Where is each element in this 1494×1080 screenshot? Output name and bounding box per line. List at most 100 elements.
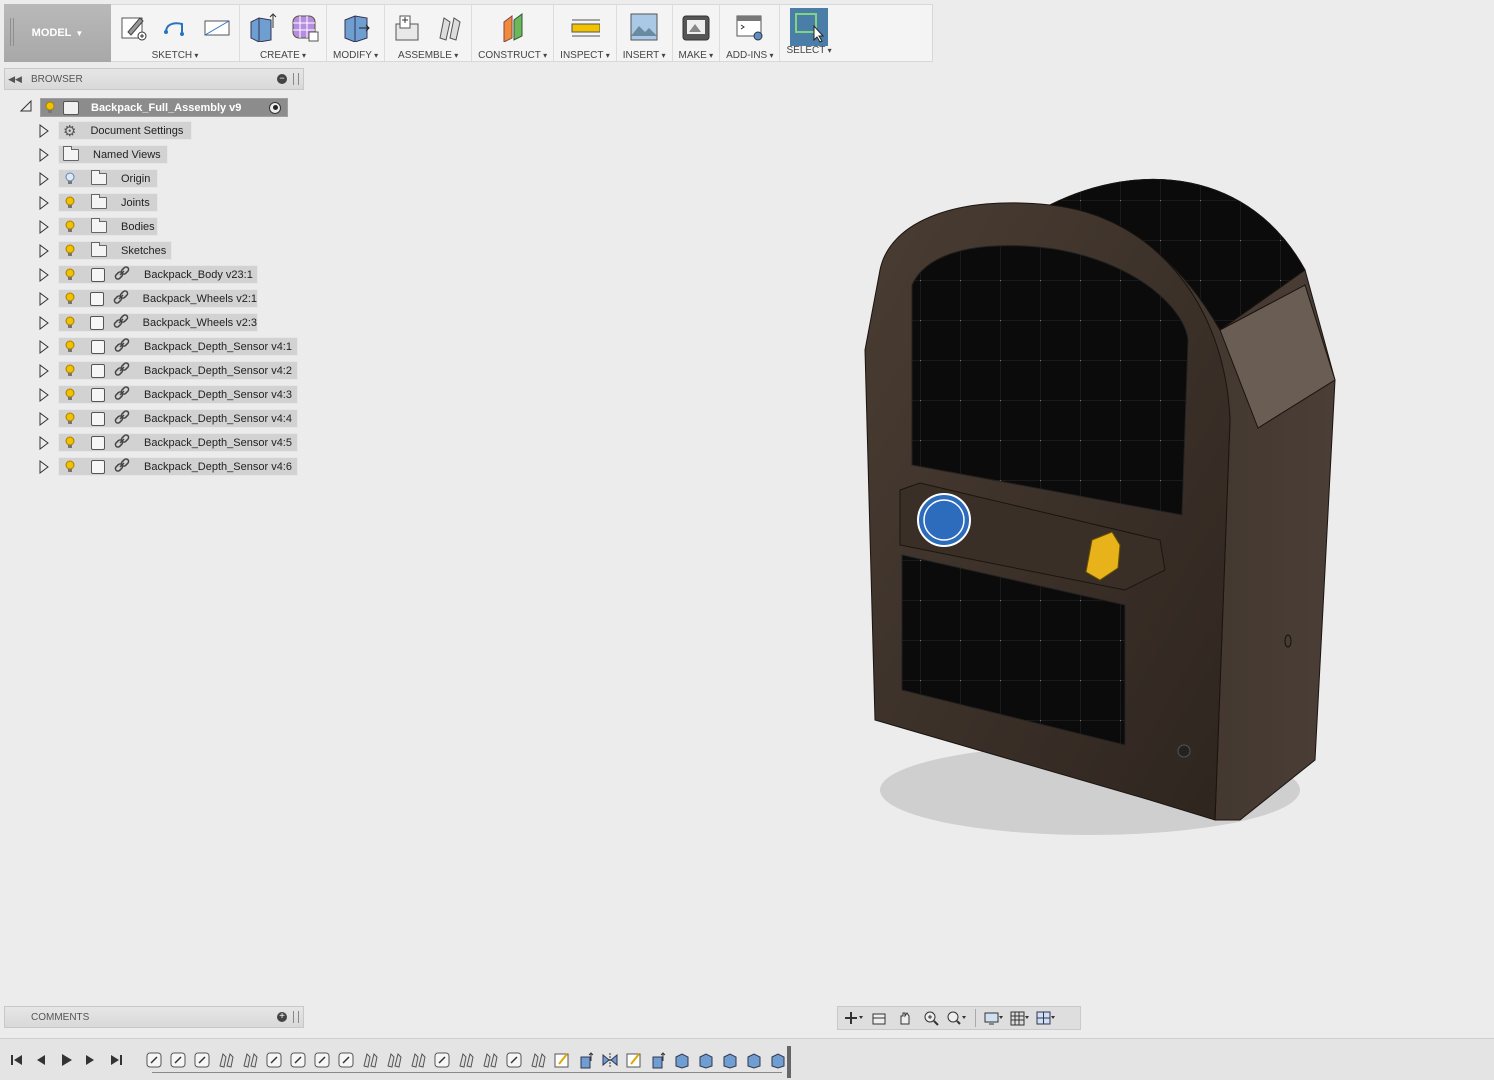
step-forward-icon[interactable]: [81, 1051, 99, 1069]
activate-radio-icon[interactable]: [269, 101, 281, 114]
lightbulb-icon[interactable]: [63, 339, 77, 355]
3d-print-icon[interactable]: [680, 11, 712, 43]
collapse-triangle-icon[interactable]: [20, 100, 32, 112]
timeline-feature-asm-icon[interactable]: [385, 1051, 403, 1069]
orbit-icon[interactable]: [842, 1009, 864, 1027]
browser-item[interactable]: Backpack_Wheels v2:1: [0, 289, 300, 308]
browser-item[interactable]: ⚙ Document Settings: [0, 121, 300, 140]
go-to-end-icon[interactable]: [107, 1051, 125, 1069]
insert-group-label[interactable]: INSERT: [623, 50, 666, 61]
fit-zoom-icon[interactable]: [946, 1009, 968, 1027]
display-settings-icon[interactable]: [983, 1009, 1005, 1027]
timeline-feature-joint-icon[interactable]: [265, 1051, 283, 1069]
expand-triangle-icon[interactable]: [38, 124, 50, 138]
timeline-feature-sketch-icon[interactable]: [553, 1051, 571, 1069]
expand-triangle-icon[interactable]: [38, 244, 50, 258]
timeline-feature-joint-icon[interactable]: [193, 1051, 211, 1069]
timeline-feature-sketch-icon[interactable]: [625, 1051, 643, 1069]
expand-triangle-icon[interactable]: [38, 316, 50, 330]
addins-group-label[interactable]: ADD-INS: [726, 50, 773, 61]
play-icon[interactable]: [57, 1051, 75, 1069]
browser-item-box[interactable]: Sketches: [58, 241, 172, 260]
browser-item-box[interactable]: Joints: [58, 193, 158, 212]
pin-icon[interactable]: [293, 73, 299, 85]
lightbulb-icon[interactable]: [63, 219, 77, 235]
expand-triangle-icon[interactable]: [38, 388, 50, 402]
timeline-feature-asm-icon[interactable]: [361, 1051, 379, 1069]
timeline-feature-box-icon[interactable]: [721, 1051, 739, 1069]
lightbulb-icon[interactable]: [43, 100, 57, 116]
create-group-label[interactable]: CREATE: [260, 50, 306, 61]
browser-item[interactable]: Backpack_Wheels v2:3: [0, 313, 300, 332]
browser-item[interactable]: Joints: [0, 193, 300, 212]
lightbulb-icon[interactable]: [63, 387, 77, 403]
lightbulb-off-icon[interactable]: [63, 171, 77, 187]
browser-item-box[interactable]: Named Views: [58, 145, 168, 164]
browser-item-box[interactable]: Origin: [58, 169, 158, 188]
browser-item-box[interactable]: Backpack_Body v23:1: [58, 265, 258, 284]
browser-item-box[interactable]: Backpack_Depth_Sensor v4:1: [58, 337, 298, 356]
lightbulb-icon[interactable]: [63, 291, 76, 307]
browser-item[interactable]: Backpack_Depth_Sensor v4:5: [0, 433, 300, 452]
assemble-group-label[interactable]: ASSEMBLE: [398, 50, 458, 61]
timeline-feature-mirror-icon[interactable]: [601, 1051, 619, 1069]
lightbulb-icon[interactable]: [63, 435, 77, 451]
browser-item-box[interactable]: Backpack_Wheels v2:1: [58, 289, 258, 308]
expand-triangle-icon[interactable]: [38, 292, 50, 306]
timeline-marker[interactable]: [787, 1046, 791, 1078]
pan-icon[interactable]: [894, 1009, 916, 1027]
timeline-feature-asm-icon[interactable]: [241, 1051, 259, 1069]
select-icon[interactable]: [790, 8, 829, 46]
timeline-feature-extrude-icon[interactable]: [577, 1051, 595, 1069]
scripts-icon[interactable]: [734, 11, 766, 43]
lightbulb-icon[interactable]: [63, 459, 77, 475]
browser-item-box[interactable]: Backpack_Depth_Sensor v4:6: [58, 457, 298, 476]
extrude-icon[interactable]: [246, 11, 278, 43]
construct-group-label[interactable]: CONSTRUCT: [478, 50, 547, 61]
press-pull-icon[interactable]: [340, 11, 372, 43]
step-back-icon[interactable]: [32, 1051, 50, 1069]
browser-item-box[interactable]: ⚙ Document Settings: [58, 121, 192, 140]
lightbulb-icon[interactable]: [63, 315, 76, 331]
timeline-feature-joint-icon[interactable]: [313, 1051, 331, 1069]
timeline-feature-joint-icon[interactable]: [337, 1051, 355, 1069]
insert-image-icon[interactable]: [628, 11, 660, 43]
browser-item[interactable]: Origin: [0, 169, 300, 188]
timeline-feature-box-icon[interactable]: [697, 1051, 715, 1069]
lightbulb-icon[interactable]: [63, 267, 77, 283]
root-node[interactable]: Backpack_Full_Assembly v9: [40, 98, 288, 117]
browser-item[interactable]: Backpack_Depth_Sensor v4:4: [0, 409, 300, 428]
expand-triangle-icon[interactable]: [38, 412, 50, 426]
timeline-feature-asm-icon[interactable]: [481, 1051, 499, 1069]
timeline-feature-box-icon[interactable]: [745, 1051, 763, 1069]
expand-triangle-icon[interactable]: [38, 148, 50, 162]
browser-item[interactable]: Sketches: [0, 241, 300, 260]
timeline-feature-joint-icon[interactable]: [145, 1051, 163, 1069]
lightbulb-icon[interactable]: [63, 363, 77, 379]
browser-root-row[interactable]: Backpack_Full_Assembly v9: [0, 98, 300, 117]
browser-item[interactable]: Backpack_Depth_Sensor v4:1: [0, 337, 300, 356]
grid-settings-icon[interactable]: [1009, 1009, 1031, 1027]
browser-item-box[interactable]: Backpack_Depth_Sensor v4:5: [58, 433, 298, 452]
timeline-feature-joint-icon[interactable]: [289, 1051, 307, 1069]
browser-item[interactable]: Backpack_Body v23:1: [0, 265, 300, 284]
expand-triangle-icon[interactable]: [38, 196, 50, 210]
browser-item[interactable]: Backpack_Depth_Sensor v4:3: [0, 385, 300, 404]
lightbulb-icon[interactable]: [63, 243, 77, 259]
browser-item[interactable]: Named Views: [0, 145, 300, 164]
timeline-feature-extrude-icon[interactable]: [649, 1051, 667, 1069]
measure-icon[interactable]: [569, 11, 601, 43]
browser-item[interactable]: Backpack_Depth_Sensor v4:6: [0, 457, 300, 476]
minus-icon[interactable]: −: [277, 74, 287, 84]
timeline-feature-box-icon[interactable]: [769, 1051, 787, 1069]
collapse-panel-icon[interactable]: ◀◀: [5, 74, 25, 85]
make-group-label[interactable]: MAKE: [679, 50, 714, 61]
sketch-group-label[interactable]: SKETCH: [152, 50, 199, 61]
expand-triangle-icon[interactable]: [38, 436, 50, 450]
new-component-icon[interactable]: [391, 11, 423, 43]
expand-triangle-icon[interactable]: [38, 268, 50, 282]
joint-icon[interactable]: [433, 11, 465, 43]
expand-triangle-icon[interactable]: [38, 172, 50, 186]
zoom-icon[interactable]: [920, 1009, 942, 1027]
offset-plane-icon[interactable]: [497, 11, 529, 43]
